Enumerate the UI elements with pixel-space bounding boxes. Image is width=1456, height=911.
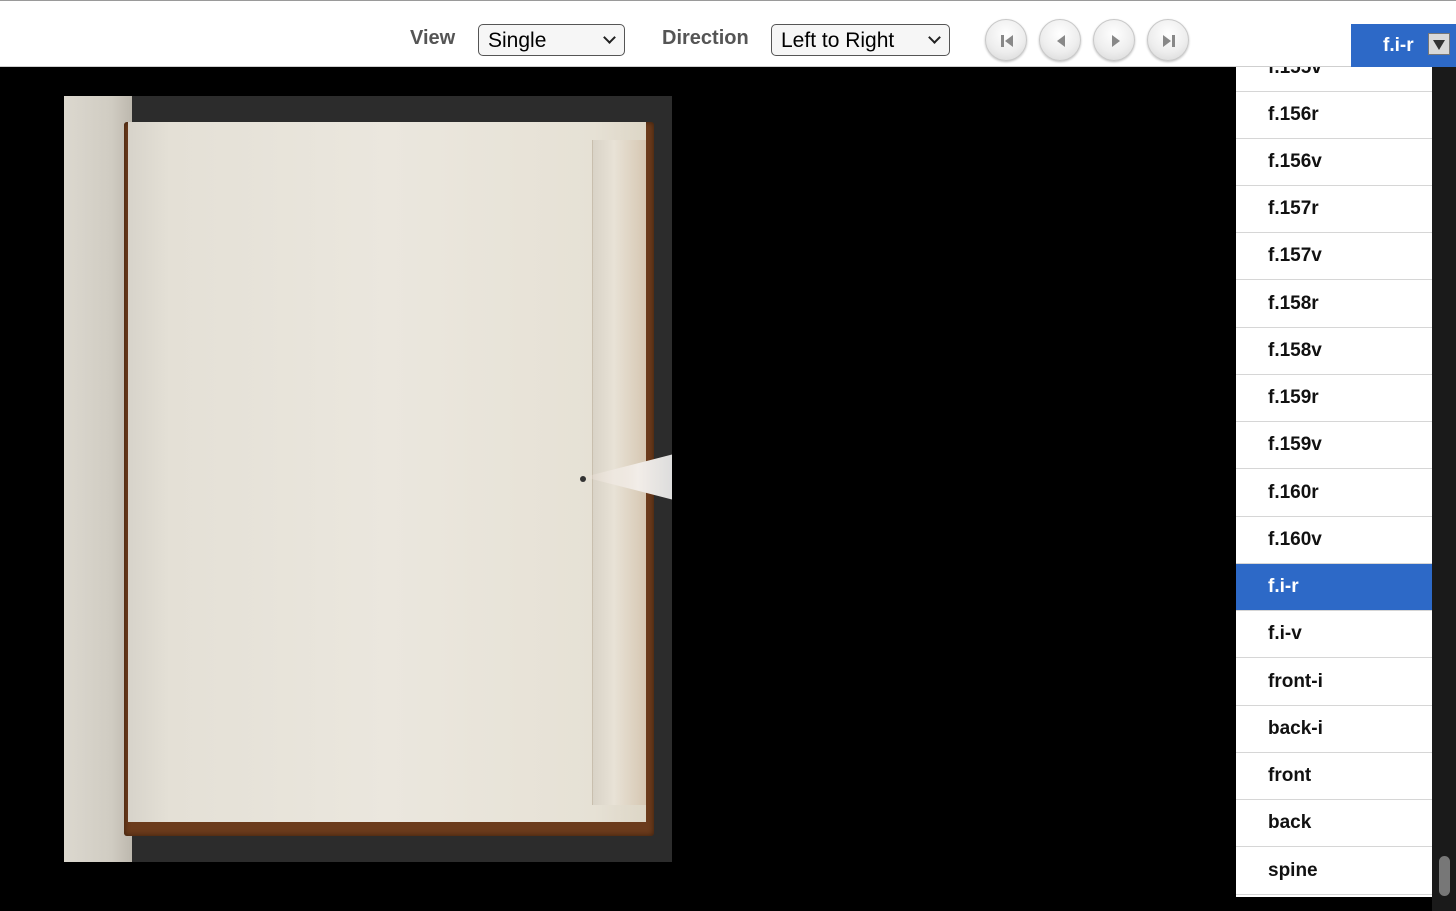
next-page-button[interactable] [1093,19,1135,61]
folio-select[interactable]: f.i-r [1351,24,1456,68]
last-page-button[interactable] [1147,19,1189,61]
chevron-down-icon [603,31,616,44]
list-item-selected[interactable]: f.i-r [1236,564,1432,611]
toolbar: View Single Direction Left to Right f.i-… [0,0,1456,68]
list-item[interactable]: f.158v [1236,328,1432,375]
folio-dropdown-list[interactable]: f.155v f.156r f.156v f.157r f.157v f.158… [1236,67,1432,897]
blank-leaf [128,122,646,822]
direction-label: Direction [662,27,749,49]
first-page-button[interactable] [985,19,1027,61]
dropdown-arrow-icon[interactable] [1428,33,1450,55]
list-item[interactable]: f.157v [1236,233,1432,280]
view-select[interactable]: Single [478,24,625,56]
list-item[interactable]: back [1236,800,1432,847]
scrollbar-thumb[interactable] [1439,856,1450,896]
list-item[interactable]: front-i [1236,659,1432,706]
next-page-icon [1112,35,1120,47]
chevron-down-icon [928,31,941,44]
list-item[interactable]: f.i-v [1236,611,1432,658]
list-item[interactable]: back-i [1236,706,1432,753]
last-page-icon [1163,35,1175,47]
facing-board [64,96,132,862]
list-item[interactable]: f.158r [1236,281,1432,328]
clip-tip [580,476,586,482]
first-page-icon [1001,35,1013,47]
list-item[interactable]: f.159r [1236,375,1432,422]
list-item[interactable]: f.160r [1236,470,1432,517]
list-item[interactable]: f.155v [1236,67,1432,92]
manuscript-page-image [64,96,672,862]
direction-select-value: Left to Right [781,29,895,52]
list-item[interactable]: f.156r [1236,92,1432,139]
direction-select[interactable]: Left to Right [771,24,950,56]
list-item[interactable]: f.157r [1236,186,1432,233]
list-scrollbar[interactable] [1432,67,1456,911]
view-select-value: Single [488,29,547,52]
list-item[interactable]: spine [1236,848,1432,895]
previous-page-icon [1057,35,1065,47]
list-item[interactable]: front [1236,753,1432,800]
list-item[interactable]: f.160v [1236,517,1432,564]
folio-select-value: f.i-r [1383,35,1414,56]
list-item[interactable]: f.159v [1236,422,1432,469]
previous-page-button[interactable] [1039,19,1081,61]
view-label: View [410,27,456,49]
list-item[interactable]: f.156v [1236,139,1432,186]
